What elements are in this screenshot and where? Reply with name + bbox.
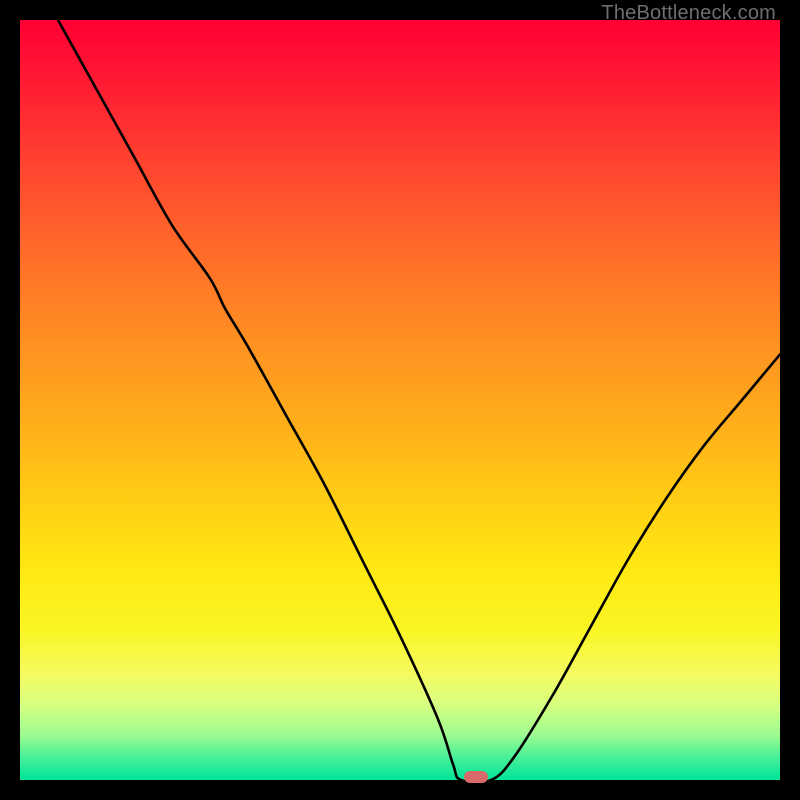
curve-svg (20, 20, 780, 780)
bottleneck-curve (58, 20, 780, 782)
plot-area (20, 20, 780, 780)
chart-frame: TheBottleneck.com (0, 0, 800, 800)
optimum-marker (464, 771, 488, 783)
